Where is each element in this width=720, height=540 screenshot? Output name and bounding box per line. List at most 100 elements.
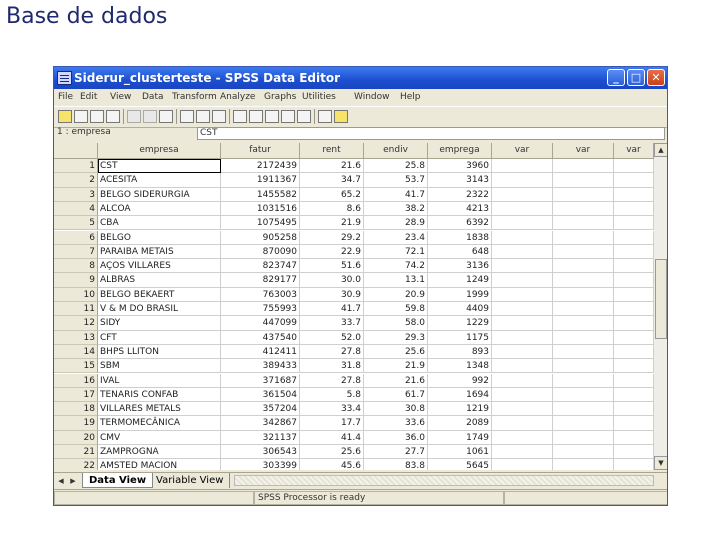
save-icon[interactable]: [74, 110, 88, 123]
cell-var-empty[interactable]: [614, 244, 654, 260]
row-number[interactable]: 8: [54, 259, 98, 274]
open-icon[interactable]: [58, 110, 72, 123]
cell-endiv[interactable]: 36.0: [364, 430, 428, 445]
cell-emprega[interactable]: 1999: [428, 287, 492, 302]
row-number[interactable]: 7: [54, 244, 98, 260]
cell-rent[interactable]: 41.7: [300, 302, 364, 317]
cell-endiv[interactable]: 74.2: [364, 259, 428, 274]
cell-var-empty[interactable]: [614, 302, 654, 317]
cell-var-empty[interactable]: [553, 344, 614, 360]
cell-rent[interactable]: 21.9: [300, 216, 364, 231]
cell-fatur[interactable]: 357204: [221, 402, 300, 417]
cell-emprega[interactable]: 3960: [428, 159, 492, 174]
cell-empresa[interactable]: ALCOA: [98, 201, 221, 217]
select-cases-icon[interactable]: [297, 110, 311, 123]
cell-empresa[interactable]: ACESITA: [98, 173, 221, 188]
cell-var-empty[interactable]: [492, 402, 553, 417]
cell-fatur[interactable]: 2172439: [221, 159, 300, 174]
tab-scroll-left-icon[interactable]: ◀: [56, 475, 66, 487]
cell-var-empty[interactable]: [614, 330, 654, 345]
cell-var-empty[interactable]: [492, 387, 553, 403]
cell-var-empty[interactable]: [553, 373, 614, 388]
horizontal-scrollbar[interactable]: [234, 475, 654, 486]
cell-endiv[interactable]: 41.7: [364, 187, 428, 202]
cell-var-empty[interactable]: [492, 373, 553, 388]
cell-var-empty[interactable]: [614, 430, 654, 445]
goto-case-icon[interactable]: [180, 110, 194, 123]
cell-emprega[interactable]: 1694: [428, 387, 492, 403]
cell-emprega[interactable]: 648: [428, 244, 492, 260]
cell-var-empty[interactable]: [553, 230, 614, 245]
cell-emprega[interactable]: 1249: [428, 273, 492, 288]
row-number[interactable]: 17: [54, 387, 98, 403]
use-sets-icon[interactable]: [334, 110, 348, 123]
cell-rent[interactable]: 27.8: [300, 344, 364, 360]
cell-fatur[interactable]: 870090: [221, 244, 300, 260]
row-number[interactable]: 19: [54, 416, 98, 431]
cell-fatur[interactable]: 1075495: [221, 216, 300, 231]
cell-empresa[interactable]: CFT: [98, 330, 221, 345]
weight-cases-icon[interactable]: [281, 110, 295, 123]
cell-rent[interactable]: 30.9: [300, 287, 364, 302]
cell-var-empty[interactable]: [614, 173, 654, 188]
cell-fatur[interactable]: 447099: [221, 316, 300, 331]
vertical-scrollbar[interactable]: ▲ ▼: [654, 143, 667, 470]
cell-var-empty[interactable]: [553, 287, 614, 302]
cell-var-empty[interactable]: [614, 359, 654, 374]
column-header-var[interactable]: var: [492, 143, 553, 158]
cell-fatur[interactable]: 321137: [221, 430, 300, 445]
cell-var-empty[interactable]: [553, 330, 614, 345]
cell-fatur[interactable]: 303399: [221, 459, 300, 470]
column-header-rent[interactable]: rent: [300, 143, 364, 158]
cell-fatur[interactable]: 1031516: [221, 201, 300, 217]
cell-var-empty[interactable]: [492, 244, 553, 260]
cell-var-empty[interactable]: [553, 316, 614, 331]
cell-var-empty[interactable]: [614, 459, 654, 470]
cell-endiv[interactable]: 29.3: [364, 330, 428, 345]
row-number[interactable]: 4: [54, 201, 98, 217]
row-number[interactable]: 14: [54, 344, 98, 360]
dialog-recall-icon[interactable]: [106, 110, 120, 123]
cell-emprega[interactable]: 4213: [428, 201, 492, 217]
cell-empresa[interactable]: BELGO: [98, 230, 221, 245]
cell-var-empty[interactable]: [614, 373, 654, 388]
cell-emprega[interactable]: 3143: [428, 173, 492, 188]
cell-var-empty[interactable]: [614, 187, 654, 202]
cell-var-empty[interactable]: [492, 216, 553, 231]
cell-rent[interactable]: 29.2: [300, 230, 364, 245]
cell-fatur[interactable]: 829177: [221, 273, 300, 288]
column-header-endiv[interactable]: endiv: [364, 143, 428, 158]
maximize-button[interactable]: □: [627, 69, 645, 86]
cell-endiv[interactable]: 58.0: [364, 316, 428, 331]
cell-empresa[interactable]: PARAIBA METAIS: [98, 244, 221, 260]
insert-cases-icon[interactable]: [233, 110, 247, 123]
cell-var-empty[interactable]: [553, 302, 614, 317]
cell-var-empty[interactable]: [614, 344, 654, 360]
cell-endiv[interactable]: 25.8: [364, 159, 428, 174]
cell-empresa[interactable]: BELGO SIDERURGIA: [98, 187, 221, 202]
cell-var-empty[interactable]: [492, 173, 553, 188]
redo-icon[interactable]: [143, 110, 157, 123]
cell-empresa[interactable]: BHPS LLITON: [98, 344, 221, 360]
cell-var-empty[interactable]: [492, 230, 553, 245]
cell-var-empty[interactable]: [492, 316, 553, 331]
cell-empresa[interactable]: AÇOS VILLARES: [98, 259, 221, 274]
cell-var-empty[interactable]: [553, 416, 614, 431]
column-header-fatur[interactable]: fatur: [221, 143, 300, 158]
cell-var-empty[interactable]: [553, 173, 614, 188]
cell-var-empty[interactable]: [492, 430, 553, 445]
cell-var-empty[interactable]: [614, 216, 654, 231]
cell-emprega[interactable]: 2089: [428, 416, 492, 431]
cell-emprega[interactable]: 1229: [428, 316, 492, 331]
cell-endiv[interactable]: 25.6: [364, 344, 428, 360]
cell-endiv[interactable]: 30.8: [364, 402, 428, 417]
menu-window[interactable]: Window: [354, 92, 390, 102]
cell-endiv[interactable]: 28.9: [364, 216, 428, 231]
row-number[interactable]: 6: [54, 230, 98, 245]
cell-empresa[interactable]: IVAL: [98, 373, 221, 388]
cell-empresa[interactable]: VILLARES METALS: [98, 402, 221, 417]
row-number[interactable]: 9: [54, 273, 98, 288]
cell-empresa[interactable]: SIDY: [98, 316, 221, 331]
cell-fatur[interactable]: 823747: [221, 259, 300, 274]
cell-rent[interactable]: 8.6: [300, 201, 364, 217]
